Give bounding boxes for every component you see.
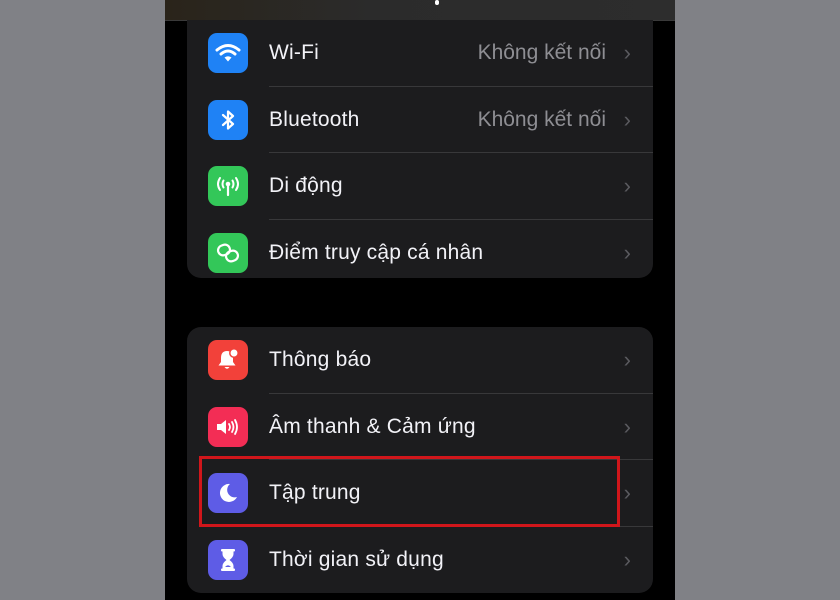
settings-row-focus[interactable]: Tập trung › <box>187 460 653 527</box>
navigation-header <box>165 0 675 21</box>
settings-row-label: Bluetooth <box>269 107 360 131</box>
settings-row-label: Điểm truy cập cá nhân <box>269 240 484 264</box>
wifi-status-value: Không kết nối <box>477 41 606 65</box>
focus-moon-icon <box>208 473 248 514</box>
notification-bell-icon <box>208 340 248 381</box>
chevron-right-icon: › <box>623 413 631 439</box>
settings-row-label: Âm thanh & Cảm ứng <box>269 414 476 438</box>
wifi-icon <box>208 33 248 74</box>
settings-group-connectivity: Wi-Fi Không kết nối › Bluetooth Không kế… <box>187 20 653 278</box>
chevron-right-icon: › <box>623 480 631 506</box>
settings-row-label: Di động <box>269 174 343 198</box>
cellular-antenna-icon <box>208 166 248 207</box>
speaker-sound-icon <box>208 406 248 447</box>
settings-row-screen-time[interactable]: Thời gian sử dụng › <box>187 527 653 594</box>
settings-row-sounds-haptics[interactable]: Âm thanh & Cảm ứng › <box>187 394 653 460</box>
settings-row-wifi[interactable]: Wi-Fi Không kết nối › <box>187 20 653 87</box>
settings-row-label: Wi-Fi <box>269 41 319 65</box>
settings-row-cellular[interactable]: Di động › <box>187 153 653 220</box>
settings-group-notifications: Thông báo › Âm thanh & Cảm ứng › Tập tru… <box>187 327 653 593</box>
chevron-right-icon: › <box>623 40 631 66</box>
settings-row-label: Thông báo <box>269 348 372 372</box>
chevron-right-icon: › <box>623 239 631 265</box>
chevron-right-icon: › <box>623 173 631 199</box>
settings-row-label: Tập trung <box>269 481 361 505</box>
header-indicator-dot <box>435 0 439 5</box>
personal-hotspot-icon <box>208 232 248 273</box>
chevron-right-icon: › <box>623 106 631 132</box>
settings-row-label: Thời gian sử dụng <box>269 547 444 571</box>
phone-screen: Wi-Fi Không kết nối › Bluetooth Không kế… <box>165 0 675 600</box>
chevron-right-icon: › <box>623 546 631 572</box>
settings-row-personal-hotspot[interactable]: Điểm truy cập cá nhân › <box>187 220 653 279</box>
bluetooth-status-value: Không kết nối <box>477 107 606 131</box>
settings-row-notifications[interactable]: Thông báo › <box>187 327 653 394</box>
bluetooth-icon <box>208 99 248 140</box>
screen-time-hourglass-icon <box>208 539 248 580</box>
chevron-right-icon: › <box>623 347 631 373</box>
settings-row-bluetooth[interactable]: Bluetooth Không kết nối › <box>187 87 653 153</box>
